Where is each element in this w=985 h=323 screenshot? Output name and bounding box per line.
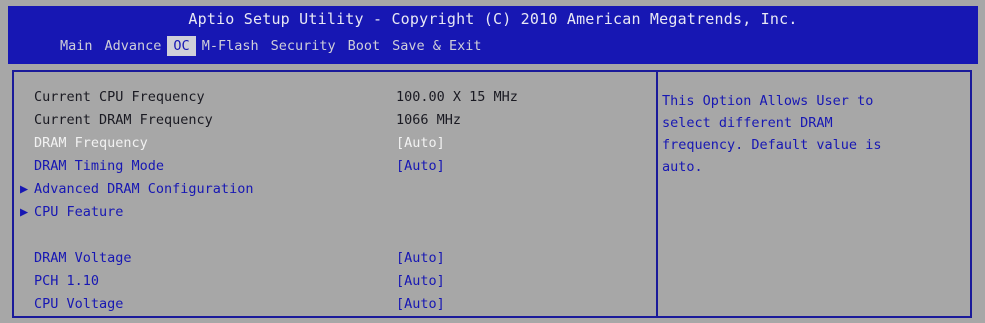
pch-voltage-value[interactable]: [Auto] <box>396 270 445 292</box>
tab-oc[interactable]: OC <box>167 36 196 56</box>
help-divider <box>656 70 658 318</box>
advanced-dram-configuration-submenu[interactable]: ▶ Advanced DRAM Configuration <box>20 178 253 200</box>
help-line: select different DRAM <box>662 115 833 131</box>
tab-boot[interactable]: Boot <box>342 36 387 56</box>
dram-timing-mode-item[interactable]: DRAM Timing Mode <box>34 155 164 177</box>
cpu-voltage-item[interactable]: CPU Voltage <box>34 293 123 315</box>
bios-header: Aptio Setup Utility - Copyright (C) 2010… <box>8 6 978 64</box>
current-dram-frequency-label: Current DRAM Frequency <box>34 112 213 128</box>
tab-advance[interactable]: Advance <box>99 36 168 56</box>
cpu-frequency-label: Current CPU Frequency <box>34 89 205 105</box>
help-line: auto. <box>662 159 703 175</box>
cpu-feature-submenu[interactable]: ▶ CPU Feature <box>20 201 123 223</box>
settings-panel: Current CPU Frequency 100.00 X 15 MHz Cu… <box>8 64 978 322</box>
dram-voltage-value[interactable]: [Auto] <box>396 247 445 269</box>
cpu-frequency-value: 100.00 X 15 MHz <box>396 89 518 105</box>
pch-voltage-item[interactable]: PCH 1.10 <box>34 270 99 292</box>
submenu-arrow-icon: ▶ <box>20 204 29 220</box>
dram-frequency-value[interactable]: [Auto] <box>396 132 445 154</box>
tab-security[interactable]: Security <box>265 36 342 56</box>
tab-m-flash[interactable]: M-Flash <box>196 36 265 56</box>
tab-main[interactable]: Main <box>54 36 99 56</box>
help-line: frequency. Default value is <box>662 137 882 153</box>
dram-frequency-item[interactable]: DRAM Frequency <box>34 132 148 154</box>
dram-voltage-item[interactable]: DRAM Voltage <box>34 247 132 269</box>
tab-bar: Main Advance OC M-Flash Security Boot Sa… <box>54 36 488 56</box>
submenu-arrow-icon: ▶ <box>20 181 29 197</box>
advanced-dram-configuration-label: Advanced DRAM Configuration <box>34 181 254 197</box>
cpu-voltage-value[interactable]: [Auto] <box>396 293 445 315</box>
bios-screen: Aptio Setup Utility - Copyright (C) 2010… <box>0 0 985 323</box>
current-dram-frequency-value: 1066 MHz <box>396 112 462 128</box>
dram-timing-mode-value[interactable]: [Auto] <box>396 155 445 177</box>
help-line: This Option Allows User to <box>662 93 874 109</box>
bios-title: Aptio Setup Utility - Copyright (C) 2010… <box>188 10 798 28</box>
help-text: This Option Allows User to select differ… <box>662 90 962 178</box>
tab-save-exit[interactable]: Save & Exit <box>386 36 487 56</box>
cpu-feature-label: CPU Feature <box>34 204 124 220</box>
